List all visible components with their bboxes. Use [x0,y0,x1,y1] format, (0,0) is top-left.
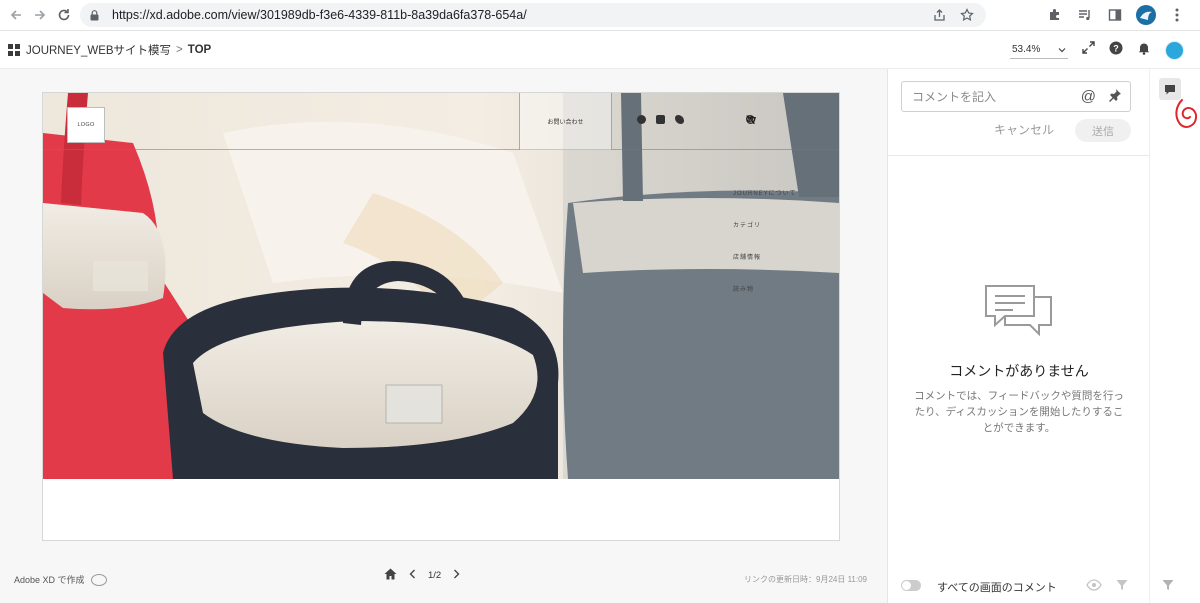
site-nav-divider [43,149,839,150]
site-menu-item[interactable]: 店舗情報 [733,252,797,284]
all-screens-toggle[interactable] [901,580,921,591]
right-rail [1149,69,1200,603]
creative-cloud-icon[interactable] [90,573,107,586]
prototype-canvas: LOGO お問い合わせ JOURNEYについて カテゴリ 店舗情報 読み物 Ad… [0,69,887,603]
hero-image: LOGO お問い合わせ JOURNEYについて カテゴリ 店舗情報 読み物 [43,93,839,479]
page-indicator: 1/2 [428,570,442,581]
comment-icon [1165,84,1175,94]
star-icon[interactable] [958,6,976,24]
made-with-xd: Adobe XD で作成 [14,573,107,586]
zoom-value: 53.4% [1012,44,1041,55]
media-queue-icon[interactable] [1076,6,1094,24]
mention-icon[interactable]: @ [1081,88,1096,105]
arrow-left-icon [10,10,21,20]
all-screens-label: すべての画面のコメント [937,582,1057,594]
breadcrumb-separator: > [176,44,183,56]
site-tools [746,115,793,124]
breadcrumb-project[interactable]: JOURNEY_WEBサイト模写 [26,42,171,58]
filter-icon[interactable] [1116,578,1128,596]
back-button[interactable] [4,3,28,27]
browser-toolbar: https://xd.adobe.com/view/301989db-f3e6-… [0,0,1200,31]
pin-icon[interactable] [1108,88,1122,105]
site-menu-item[interactable]: JOURNEYについて [733,188,797,220]
cancel-button[interactable]: キャンセル [994,121,1054,138]
profile-avatar[interactable] [1136,5,1156,25]
facebook-icon[interactable] [637,115,646,124]
puzzle-icon[interactable] [1046,6,1064,24]
canvas-footer: Adobe XD で作成 1/2 リンクの更新日時：9月24日 11:09 [0,543,887,603]
chevron-down-icon [1058,47,1066,52]
twitter-icon[interactable] [675,115,684,124]
user-avatar[interactable] [1165,40,1184,60]
site-menu-item[interactable]: カテゴリ [733,220,797,252]
chevron-left-icon [409,569,415,579]
rail-filter-icon[interactable] [1162,578,1174,596]
breadcrumb-current: TOP [187,44,212,56]
social-links [637,115,684,124]
red-scribble-annotation [1175,99,1198,128]
send-button[interactable]: 送信 [1075,119,1131,142]
site-menu-item[interactable]: 読み物 [733,284,797,316]
address-bar[interactable]: https://xd.adobe.com/view/301989db-f3e6-… [80,3,986,27]
site-logo[interactable]: LOGO [67,107,105,143]
prev-page-button[interactable] [409,569,416,582]
comment-placeholder: コメントを記入 [912,90,997,104]
svg-text:?: ? [1113,43,1119,53]
site-account-icon[interactable] [746,115,774,124]
zoom-select[interactable]: 53.4% [1010,41,1068,59]
site-menu: JOURNEYについて カテゴリ 店舗情報 読み物 [733,188,797,316]
side-panel-icon[interactable] [1106,6,1124,24]
pager: 1/2 [384,568,460,583]
hide-eye-icon[interactable] [1086,578,1102,596]
divider [888,155,1150,156]
kebab-menu-icon[interactable] [1168,6,1186,24]
link-updated-time: リンクの更新日時：9月24日 11:09 [744,575,867,584]
empty-title: コメントがありません [949,363,1089,379]
next-page-button[interactable] [453,569,460,582]
xd-header: JOURNEY_WEBサイト模写 > TOP 53.4% ? [0,31,1200,69]
tote-bags-photo [43,93,839,479]
grid-icon[interactable] [8,44,20,56]
reload-button[interactable] [52,3,76,27]
comments-footer: すべての画面のコメント [888,569,1150,603]
bell-icon[interactable] [1137,41,1151,60]
forward-button[interactable] [28,3,52,27]
comment-input[interactable]: コメントを記入 @ [901,81,1131,112]
instagram-icon[interactable] [656,115,665,124]
empty-description: コメントでは、フィードバックや質問を行ったり、ディスカッションを開始したりするこ… [914,390,1124,434]
share-icon[interactable] [930,6,948,24]
url-text: https://xd.adobe.com/view/301989db-f3e6-… [112,8,527,22]
contact-link[interactable]: お問い合わせ [519,93,612,150]
site-cart-icon[interactable] [746,115,793,124]
chevron-right-icon [454,569,460,579]
breadcrumb: JOURNEY_WEBサイト模写 > TOP [8,31,211,69]
made-with-label: Adobe XD で作成 [14,575,85,585]
arrow-right-icon [35,10,46,20]
reload-icon [58,9,70,21]
lock-icon [90,9,104,21]
fullscreen-icon[interactable] [1082,41,1095,59]
comments-panel: コメントを記入 @ キャンセル 送信 コメントがありません コメントでは、フィー… [887,69,1150,603]
help-icon[interactable]: ? [1109,41,1123,60]
home-icon[interactable] [384,568,397,583]
artboard: LOGO お問い合わせ JOURNEYについて カテゴリ 店舗情報 読み物 [42,92,840,541]
comment-bubbles-icon [985,285,1052,337]
